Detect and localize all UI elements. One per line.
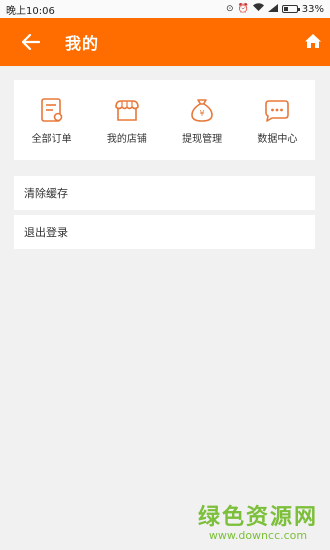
page-title: 我的	[65, 34, 100, 53]
grid-item-orders[interactable]: 全部订单	[14, 80, 89, 160]
status-icons: ⊙ ⏰ 33%	[226, 3, 324, 15]
battery-icon	[281, 5, 300, 13]
app-bar: 我的	[0, 18, 330, 66]
money-bag-icon: ¥	[191, 99, 213, 122]
watermark-text: 绿色资源网	[197, 505, 318, 530]
clear-cache-label: 清除缓存	[24, 187, 68, 200]
grid-label-store: 我的店铺	[106, 134, 147, 145]
arrow-left-icon	[22, 34, 40, 50]
wifi-icon	[252, 3, 264, 15]
alarm-icon: ⏰	[237, 4, 249, 14]
grid-item-data-center[interactable]: 数据中心	[240, 80, 315, 160]
grid-label-withdraw: 提现管理	[182, 134, 223, 145]
watermark-url: www.downcc.com	[208, 529, 308, 542]
signal-icon	[267, 3, 278, 15]
chat-bubble-icon	[265, 100, 290, 122]
store-icon	[115, 100, 139, 121]
grid-item-store[interactable]: 我的店铺	[89, 80, 164, 160]
logout-row[interactable]: 退出登录	[14, 215, 315, 249]
status-bar: 晚上10:06 ⊙ ⏰ 33%	[0, 0, 330, 18]
home-icon	[305, 34, 321, 48]
logout-label: 退出登录	[24, 226, 68, 239]
back-button[interactable]	[17, 28, 45, 56]
feature-grid: 全部订单 我的店铺 ¥ 提现管理 数据中心	[14, 80, 315, 160]
grid-item-withdraw[interactable]: ¥ 提现管理	[165, 80, 240, 160]
watermark: 绿色资源网 www.downcc.com	[198, 499, 318, 542]
grid-label-data-center: 数据中心	[257, 134, 298, 145]
order-list-icon	[40, 98, 62, 122]
clear-cache-row[interactable]: 清除缓存	[14, 176, 315, 210]
status-time: 晚上10:06	[6, 5, 55, 17]
grid-label-orders: 全部订单	[31, 134, 72, 145]
svg-text:¥: ¥	[200, 109, 205, 118]
sync-icon: ⊙	[226, 4, 234, 14]
battery-percent: 33%	[301, 3, 324, 15]
home-button[interactable]	[302, 30, 324, 52]
